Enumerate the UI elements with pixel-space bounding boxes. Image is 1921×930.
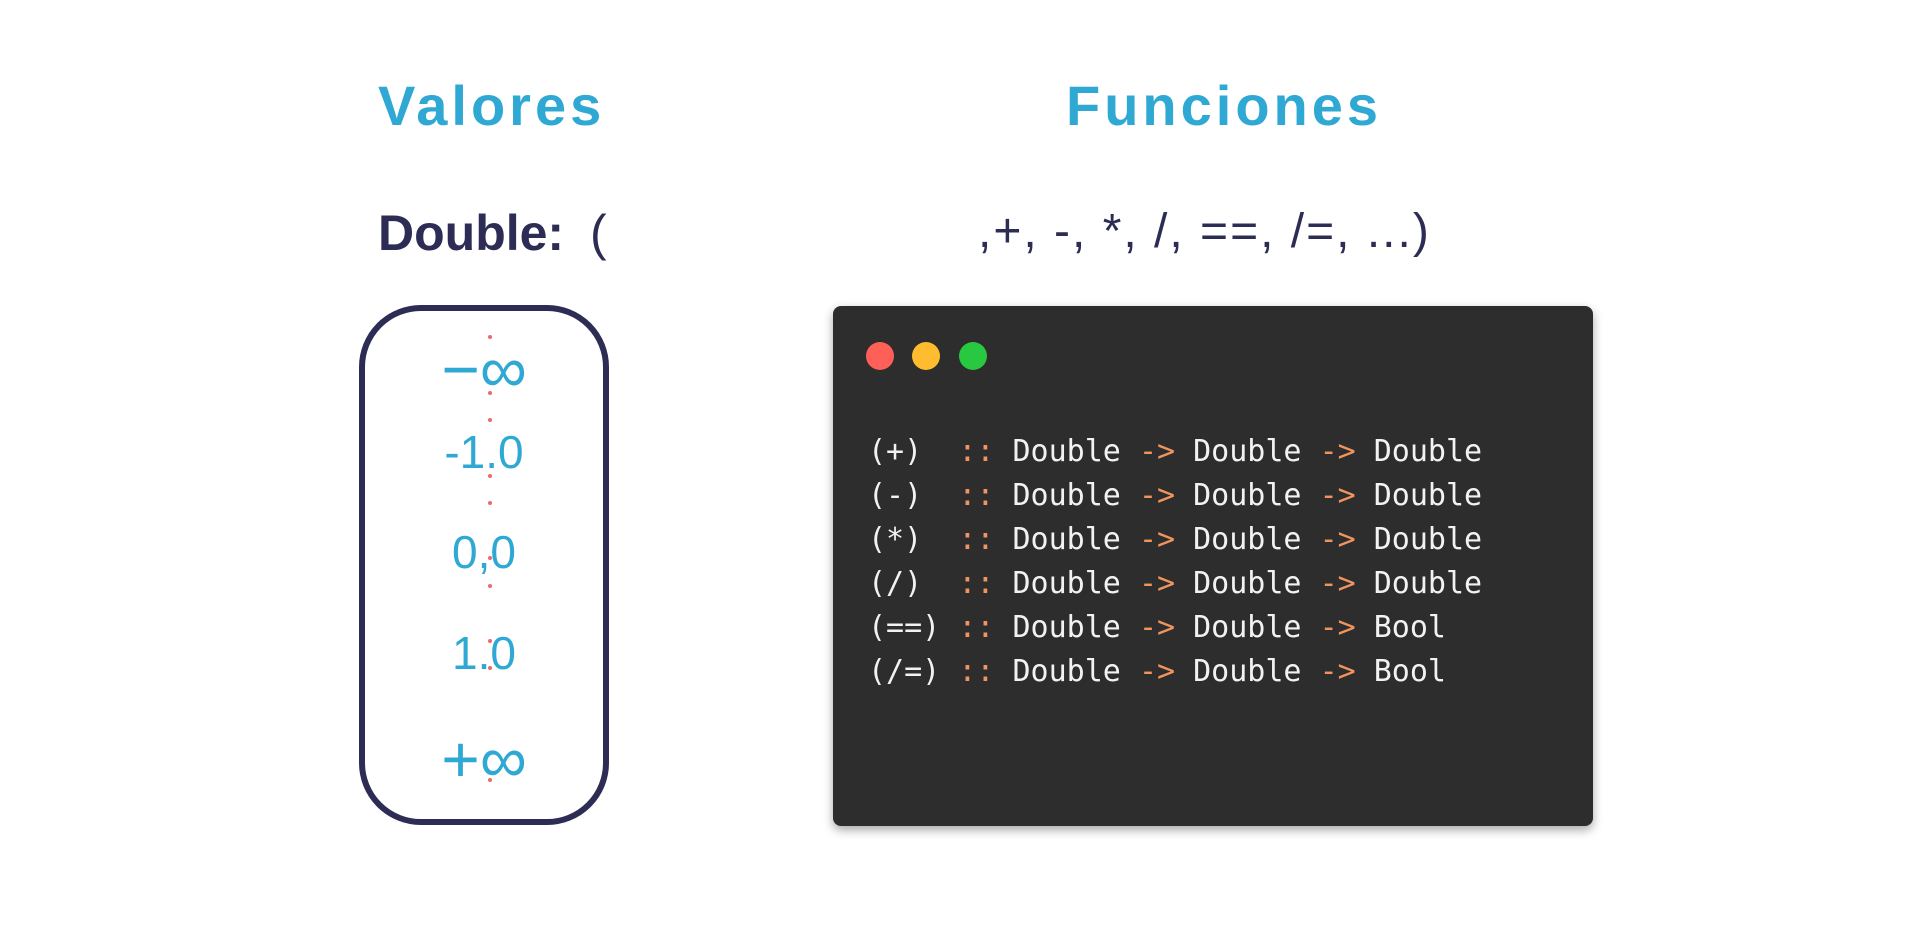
syntax-token: -> xyxy=(1138,654,1176,689)
operator-token: (/=) xyxy=(868,654,941,689)
syntax-token: -> xyxy=(1319,434,1356,469)
syntax-token: :: xyxy=(958,522,995,557)
ellipsis-dot xyxy=(488,418,492,422)
minimize-dot-icon[interactable] xyxy=(912,342,940,370)
type-name: Double: xyxy=(378,205,565,261)
type-token: Bool xyxy=(1373,654,1446,689)
syntax-token: -> xyxy=(1319,522,1356,557)
syntax-token: -> xyxy=(1319,478,1356,513)
syntax-token: -> xyxy=(1138,566,1176,601)
operators-list: ,+, -, *, /, ==, /=, ...) xyxy=(978,205,1431,258)
operator-token: (+) xyxy=(868,434,941,469)
type-token: Double xyxy=(1193,566,1302,601)
syntax-token: :: xyxy=(958,610,995,645)
ellipsis-dot xyxy=(488,501,492,505)
ellipsis-dot xyxy=(488,391,492,395)
operator-token: (*) xyxy=(868,522,941,557)
syntax-token: :: xyxy=(958,478,995,513)
syntax-token: -> xyxy=(1319,566,1356,601)
code-line: (*) :: Double -> Double -> Double xyxy=(868,518,1482,562)
type-token: Double xyxy=(1193,610,1302,645)
code-block: (+) :: Double -> Double -> Double (-) :: … xyxy=(868,430,1482,694)
code-line: (/) :: Double -> Double -> Double xyxy=(868,562,1482,606)
syntax-token: :: xyxy=(958,566,995,601)
operator-token: (==) xyxy=(868,610,941,645)
type-token: Double xyxy=(1193,478,1302,513)
type-token: Double xyxy=(1012,478,1121,513)
syntax-token: -> xyxy=(1138,610,1176,645)
type-token: Double xyxy=(1373,566,1483,601)
ellipsis-dot xyxy=(488,639,492,643)
type-token: Double xyxy=(1012,566,1121,601)
type-token: Double xyxy=(1012,654,1121,689)
type-token: Double xyxy=(1373,522,1483,557)
value-one: 1.0 xyxy=(452,627,516,679)
values-box: −∞ -1.0 0,0 1.0 +∞ xyxy=(359,305,609,825)
syntax-token: -> xyxy=(1138,522,1176,557)
type-token: Double xyxy=(1193,654,1302,689)
syntax-token: -> xyxy=(1138,478,1176,513)
type-token: Double xyxy=(1373,478,1483,513)
code-line: (/=) :: Double -> Double -> Bool xyxy=(868,650,1482,694)
terminal-window: (+) :: Double -> Double -> Double (-) :: … xyxy=(833,306,1593,826)
code-line: (==) :: Double -> Double -> Bool xyxy=(868,606,1482,650)
ellipsis-dot xyxy=(488,778,492,782)
type-token: Double xyxy=(1012,434,1121,469)
value-zero: 0,0 xyxy=(452,526,516,578)
ellipsis-dot xyxy=(488,584,492,588)
syntax-token: -> xyxy=(1319,610,1356,645)
syntax-token: :: xyxy=(958,434,995,469)
type-token: Double xyxy=(1373,434,1483,469)
open-paren: ( xyxy=(590,205,607,261)
ellipsis-dot xyxy=(488,666,492,670)
ellipsis-dot xyxy=(488,556,492,560)
value-pos-infinity: +∞ xyxy=(441,722,527,796)
operator-token: (-) xyxy=(868,478,941,513)
maximize-dot-icon[interactable] xyxy=(959,342,987,370)
code-line: (+) :: Double -> Double -> Double xyxy=(868,430,1482,474)
type-token: Double xyxy=(1193,522,1302,557)
operator-token: (/) xyxy=(868,566,941,601)
values-heading: Valores xyxy=(378,74,606,137)
type-token: Double xyxy=(1193,434,1302,469)
syntax-token: -> xyxy=(1319,654,1356,689)
value-neg-infinity: −∞ xyxy=(441,332,527,406)
syntax-token: :: xyxy=(958,654,995,689)
type-token: Double xyxy=(1012,522,1121,557)
syntax-token: -> xyxy=(1138,434,1176,469)
type-token: Double xyxy=(1012,610,1121,645)
ellipsis-dot xyxy=(488,474,492,478)
type-token: Bool xyxy=(1373,610,1446,645)
close-dot-icon[interactable] xyxy=(866,342,894,370)
code-line: (-) :: Double -> Double -> Double xyxy=(868,474,1482,518)
value-neg-one: -1.0 xyxy=(444,426,524,478)
functions-heading: Funciones xyxy=(1066,74,1383,137)
